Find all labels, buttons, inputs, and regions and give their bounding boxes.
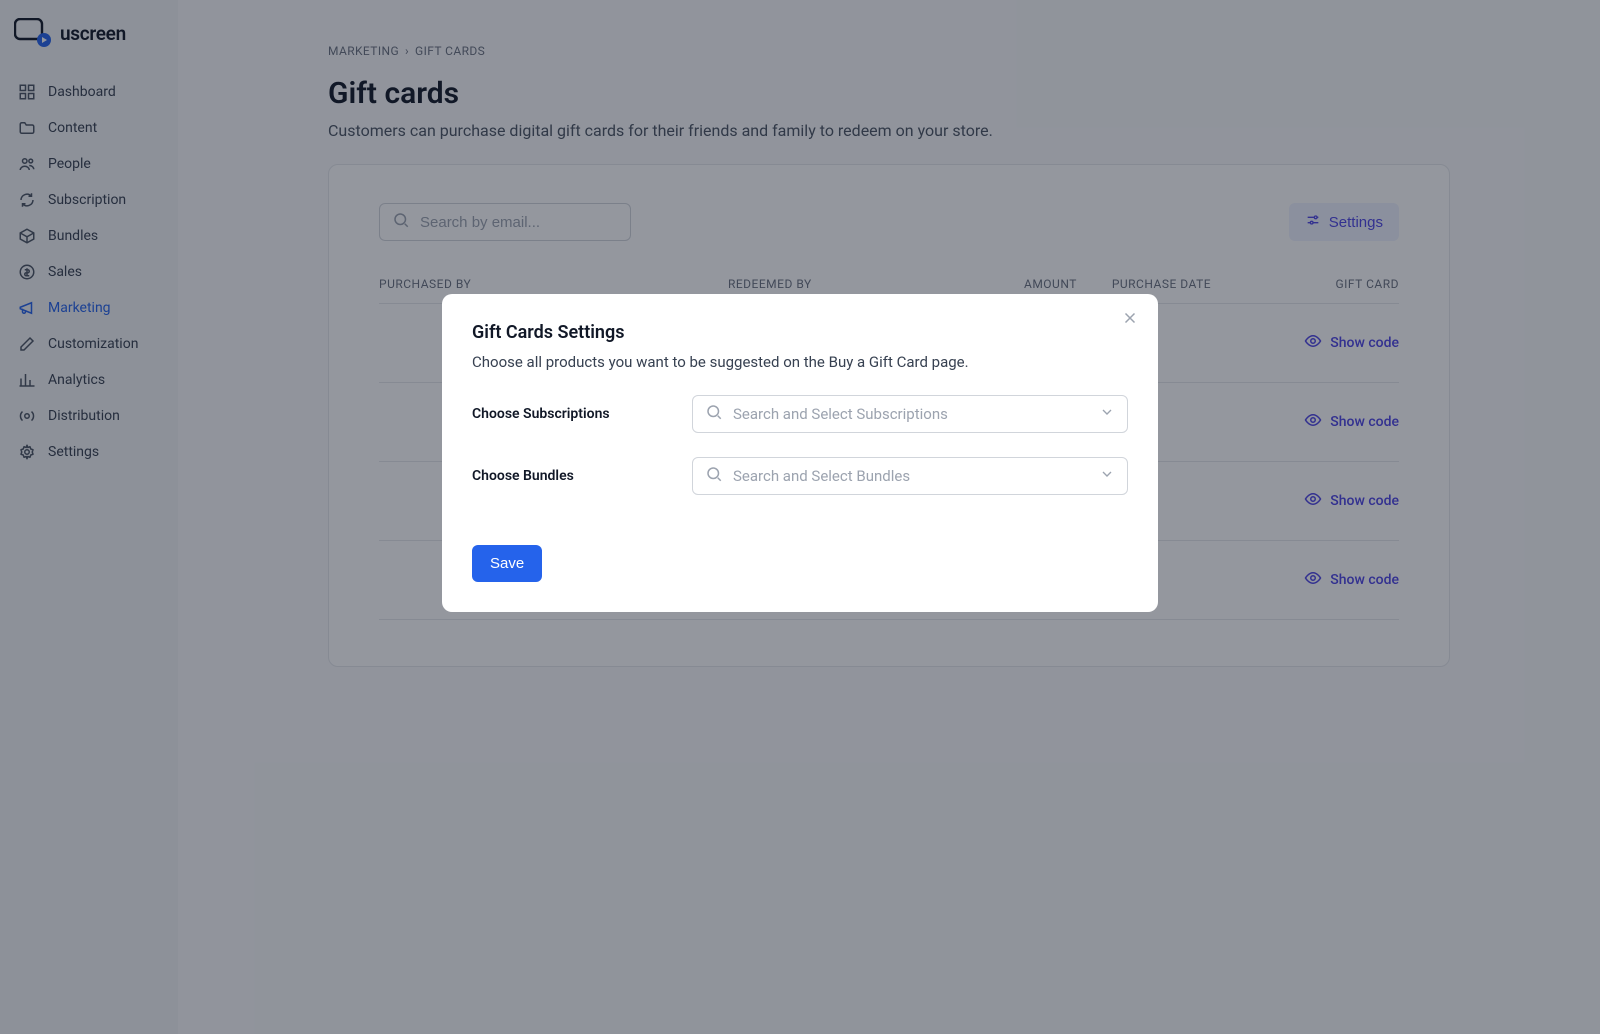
bundles-select[interactable]: Search and Select Bundles — [692, 457, 1128, 495]
bundles-placeholder: Search and Select Bundles — [733, 467, 1089, 485]
choose-bundles-label: Choose Bundles — [472, 468, 692, 484]
chevron-down-icon — [1099, 404, 1115, 424]
subscriptions-placeholder: Search and Select Subscriptions — [733, 405, 1089, 423]
choose-subscriptions-label: Choose Subscriptions — [472, 406, 692, 422]
chevron-down-icon — [1099, 466, 1115, 486]
close-icon — [1121, 309, 1139, 331]
search-icon — [705, 403, 723, 425]
modal-description: Choose all products you want to be sugge… — [472, 353, 1128, 371]
modal-title: Gift Cards Settings — [472, 322, 1128, 343]
close-button[interactable] — [1118, 308, 1142, 332]
search-icon — [705, 465, 723, 487]
subscriptions-select[interactable]: Search and Select Subscriptions — [692, 395, 1128, 433]
save-button[interactable]: Save — [472, 545, 542, 582]
modal-overlay[interactable]: Gift Cards Settings Choose all products … — [0, 0, 1600, 1034]
gift-cards-settings-modal: Gift Cards Settings Choose all products … — [442, 294, 1158, 612]
